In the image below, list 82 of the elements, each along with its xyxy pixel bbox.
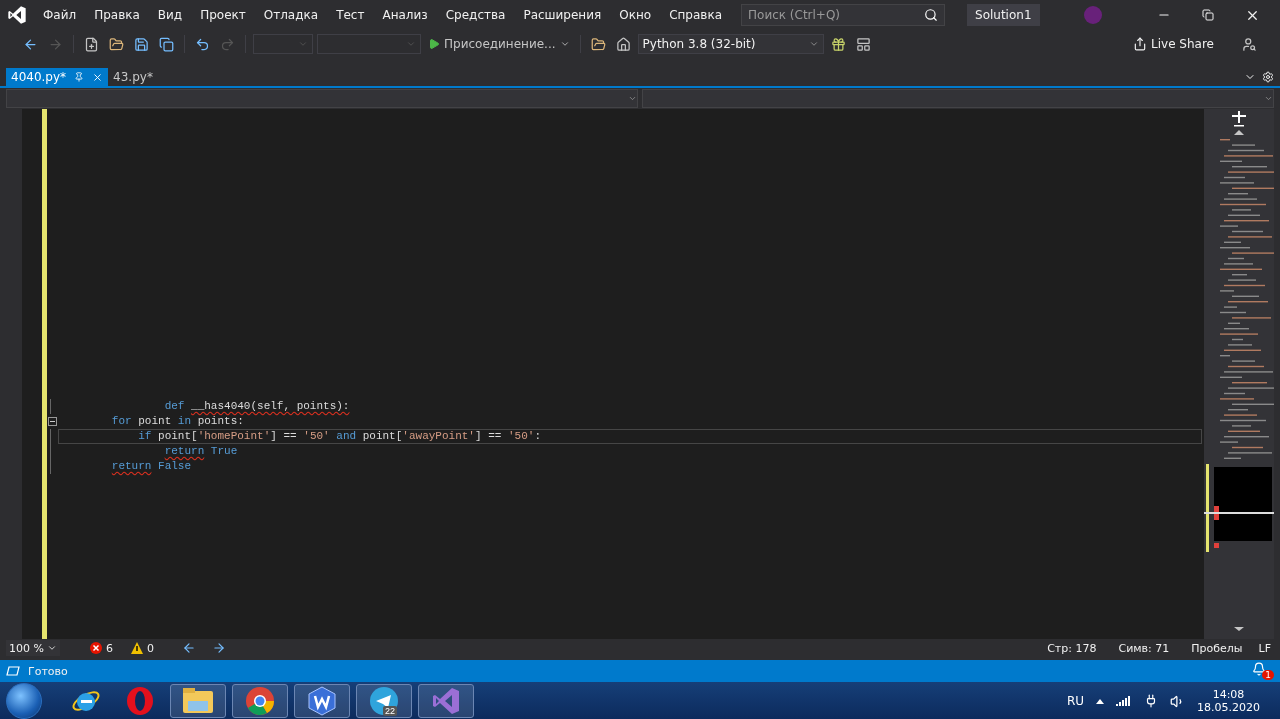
taskbar-app[interactable] [294, 684, 350, 718]
play-icon [428, 38, 440, 50]
share-icon [1133, 37, 1148, 51]
save-all-icon [159, 36, 174, 52]
language-indicator[interactable]: RU [1066, 694, 1084, 708]
signal-icon[interactable] [1116, 696, 1132, 706]
error-count[interactable]: 6 [106, 641, 113, 655]
code-line: return True [163, 444, 239, 459]
caret-icon [406, 39, 416, 49]
folder-icon [590, 36, 606, 52]
undo-icon [195, 36, 210, 52]
warning-count[interactable]: 0 [147, 641, 154, 655]
status-text: Готово [28, 664, 68, 678]
line-ending-indicator[interactable]: LF [1258, 641, 1271, 655]
restore-icon [1202, 9, 1214, 21]
hexagon-w-icon [307, 686, 337, 716]
close-icon [92, 71, 104, 83]
search-field[interactable]: Поиск (Ctrl+Q) [741, 4, 945, 26]
folder-icon [182, 687, 214, 715]
caret-icon [628, 94, 637, 103]
menu-item[interactable]: Средства [436, 8, 515, 22]
forward-arrow-icon [48, 36, 63, 52]
column-indicator[interactable]: Симв: 71 [1118, 641, 1170, 655]
home-icon [615, 36, 631, 52]
file-tab[interactable]: 4040.py* [6, 68, 109, 86]
caret-icon [298, 39, 308, 49]
back-arrow-icon [23, 36, 38, 52]
menu-item[interactable]: Вид [148, 8, 192, 22]
start-button[interactable] [6, 683, 42, 719]
power-icon[interactable] [1144, 694, 1158, 708]
caret-icon [47, 643, 57, 653]
solution-title: Solution1 [967, 4, 1040, 26]
menu-item[interactable]: Анализ [373, 8, 437, 22]
layout-icon [855, 36, 871, 52]
redo-icon [220, 36, 235, 52]
live-share-button[interactable]: Live Share [1130, 33, 1217, 55]
pin-icon [74, 72, 85, 82]
caret-icon [808, 39, 819, 49]
menu-item[interactable]: Расширения [514, 8, 611, 22]
menu-item[interactable]: Файл [34, 8, 86, 22]
menu-item[interactable]: Окно [610, 8, 661, 22]
bell-icon [1252, 662, 1266, 676]
taskbar-app[interactable]: 22 [356, 684, 412, 718]
visual-studio-icon [431, 686, 461, 716]
attach-button[interactable]: Присоединение... [425, 33, 573, 55]
opera-o-icon [126, 686, 154, 716]
chrome-icon [245, 686, 275, 716]
menu-item[interactable]: Тест [327, 8, 374, 22]
code-line: return False [110, 459, 193, 474]
menu-item[interactable]: Правка [85, 8, 149, 22]
caret-icon [1264, 94, 1273, 103]
indent-indicator[interactable]: Пробелы [1191, 641, 1243, 655]
menu-item[interactable]: Справка [660, 8, 731, 22]
notification-badge: 1 [1262, 670, 1274, 680]
settings-icon[interactable] [1262, 71, 1274, 83]
visual-studio-logo-icon [6, 5, 28, 25]
warning-icon [131, 642, 143, 654]
caret-icon [559, 39, 570, 49]
error-icon [90, 642, 102, 654]
notifications-button[interactable]: 1 [1252, 662, 1274, 680]
search-icon [924, 8, 938, 22]
taskbar-app[interactable] [232, 684, 288, 718]
gift-icon [830, 36, 846, 52]
menu-item[interactable]: Проект [191, 8, 255, 22]
line-indicator[interactable]: Стр: 178 [1047, 641, 1097, 655]
menu-item[interactable]: Отладка [254, 8, 328, 22]
folder-icon [109, 36, 124, 52]
code-line: def __has4040(self, points): [163, 399, 351, 414]
clock[interactable]: 14:08 18.05.2020 [1197, 688, 1260, 714]
file-tab[interactable]: 43.py* [108, 68, 158, 86]
tray-caret-icon[interactable] [1096, 698, 1104, 704]
fold-toggle[interactable] [48, 417, 57, 426]
zoom-dropdown[interactable]: 100 % [6, 640, 60, 656]
new-file-icon [84, 36, 99, 52]
taskbar-app[interactable] [170, 684, 226, 718]
unread-badge: 22 [383, 706, 397, 716]
status-icon [6, 666, 20, 676]
code-line: for point in points: [110, 414, 245, 429]
environment-dropdown[interactable]: Python 3.8 (32-bit) [637, 34, 824, 54]
save-icon [134, 36, 149, 52]
search-input[interactable]: Поиск (Ctrl+Q) [748, 8, 908, 22]
person-search-icon [1242, 36, 1257, 52]
